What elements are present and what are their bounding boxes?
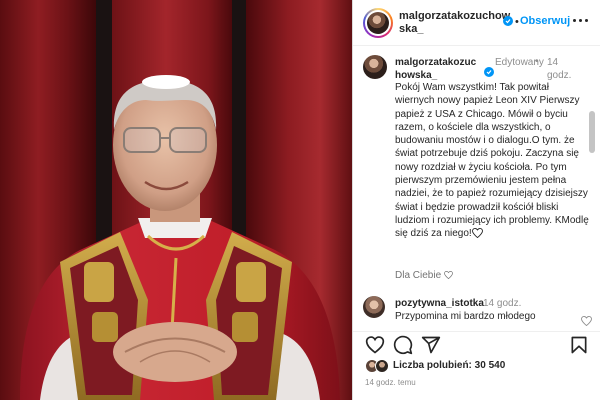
verified-badge-icon [484, 67, 494, 77]
liker-avatar [375, 359, 389, 373]
for-you-text: Dla Ciebie [395, 270, 442, 281]
comment-text: Przypomina mi bardzo młodego [395, 311, 536, 322]
commenter-username[interactable]: pozytywna_istotka [395, 298, 484, 309]
author-avatar[interactable] [363, 8, 393, 38]
post-actions: Liczba polubień: 30 540 14 godz. temu [353, 331, 600, 400]
bookmark-icon[interactable] [569, 335, 589, 355]
caption-username[interactable]: malgorzatakozuchowska_ [395, 56, 481, 82]
caption-body: Pokój Wam wszystkim! Tak powitał wiernyc… [395, 82, 589, 240]
post-image[interactable] [0, 0, 352, 400]
caption-avatar[interactable] [363, 55, 387, 79]
pope-figure [20, 75, 340, 400]
author-username[interactable]: malgorzatakozuchowska_ [399, 10, 515, 36]
scrollbar[interactable] [589, 111, 595, 153]
commenter-avatar[interactable] [363, 296, 385, 318]
comment-item: pozytywna_istotka 14 godz. Przypomina mi… [353, 290, 600, 330]
post-timestamp[interactable]: 14 godz. temu [365, 378, 416, 387]
comment-timestamp: 14 godz. [483, 298, 522, 309]
comment-like-icon[interactable] [581, 316, 592, 326]
for-you-label[interactable]: Dla Ciebie [395, 270, 453, 281]
post-header: malgorzatakozuchowska_ • Obserwuj [353, 0, 600, 46]
edited-label: Edytowany [495, 57, 544, 68]
post-side-panel: malgorzatakozuchowska_ • Obserwuj malgor… [352, 0, 600, 400]
share-icon[interactable] [421, 335, 441, 355]
heart-emoji-icon [471, 228, 483, 239]
separator: • [515, 16, 519, 28]
comment-icon[interactable] [393, 335, 413, 355]
heart-icon[interactable] [365, 335, 385, 355]
caption-text: Pokój Wam wszystkim! Tak powitał wiernyc… [395, 81, 591, 241]
separator: • [535, 56, 539, 67]
follow-button[interactable]: Obserwuj [520, 15, 570, 27]
caption-timestamp[interactable]: 14 godz. [547, 56, 577, 82]
heart-outline-icon [444, 270, 453, 280]
verified-badge-icon [503, 16, 513, 26]
likes-count[interactable]: Liczba polubień: 30 540 [393, 360, 505, 371]
more-options-icon[interactable] [571, 14, 591, 28]
post-caption: malgorzatakozuchowska_ Edytowany • 14 go… [353, 47, 600, 289]
